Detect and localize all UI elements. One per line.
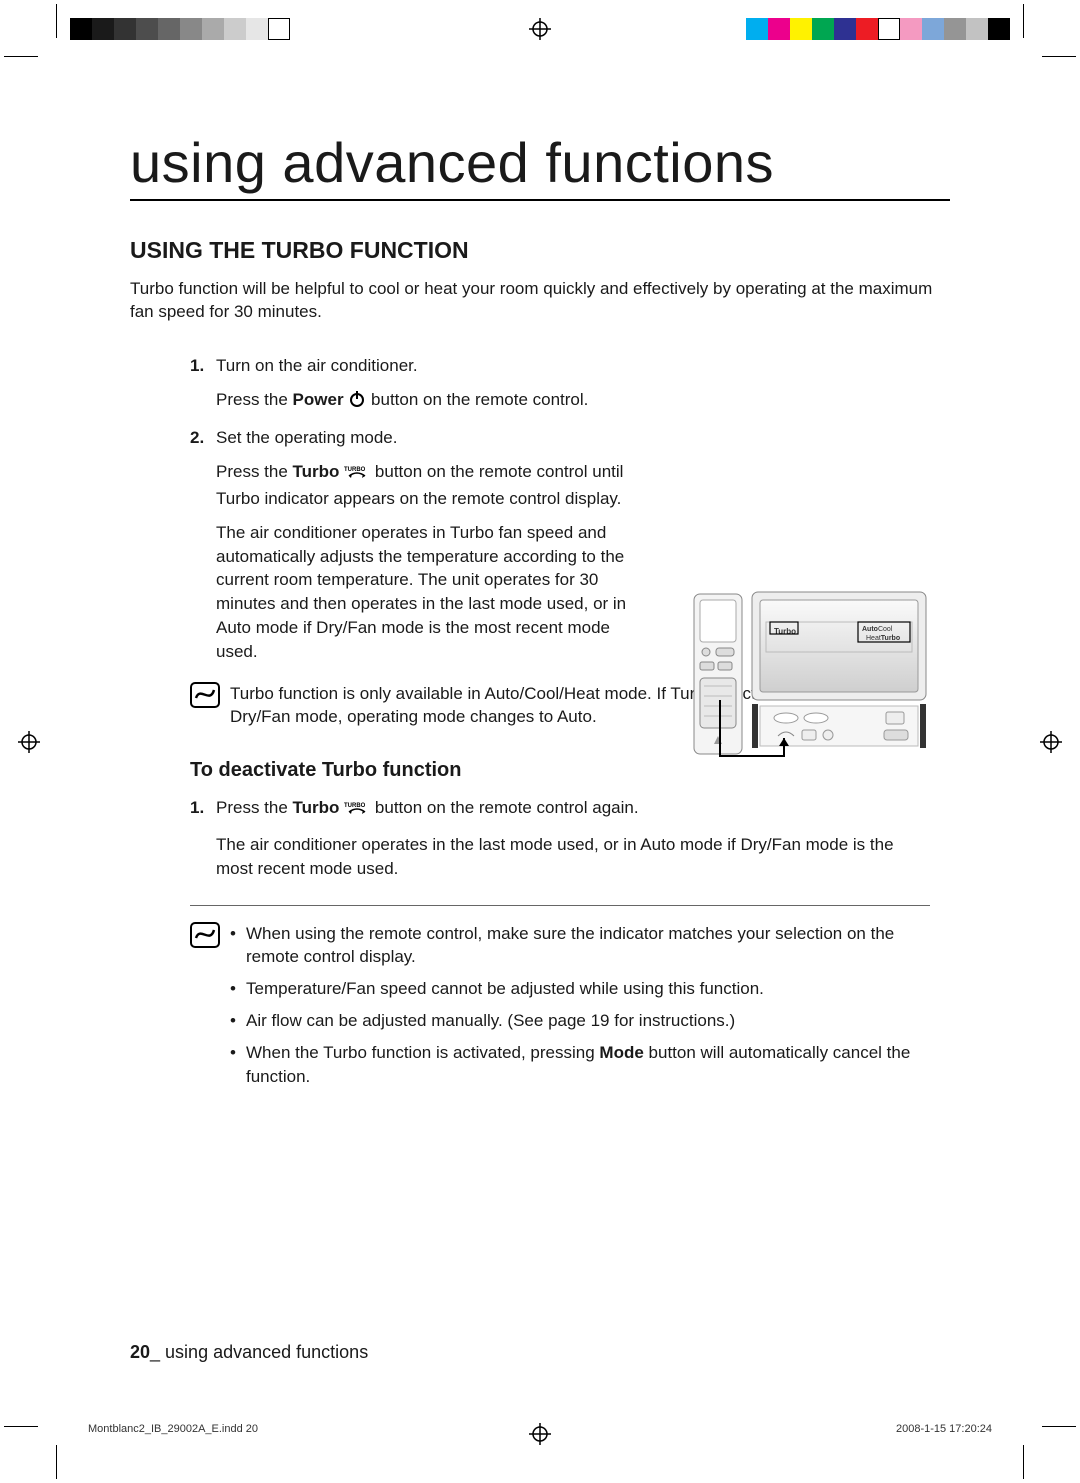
note-icon bbox=[190, 922, 220, 1097]
note-block: When using the remote control, make sure… bbox=[190, 922, 930, 1097]
slug-file: Montblanc2_IB_29002A_E.indd 20 bbox=[88, 1423, 258, 1435]
note-bullet-list: When using the remote control, make sure… bbox=[230, 922, 930, 1089]
step-text: Press the Turbo TURBO button on the remo… bbox=[216, 460, 656, 511]
step-number: 2. bbox=[190, 426, 216, 663]
separator bbox=[190, 905, 930, 906]
color-bar bbox=[746, 18, 1010, 40]
crop-mark bbox=[4, 56, 38, 57]
registration-mark-icon bbox=[529, 18, 551, 40]
page-content: using advanced functions USING THE TURBO… bbox=[130, 130, 950, 1096]
note-bullet: Temperature/Fan speed cannot be adjusted… bbox=[230, 977, 930, 1001]
svg-text:TURBO: TURBO bbox=[344, 803, 366, 809]
registration-mark-icon bbox=[529, 1423, 551, 1445]
step-text: Turn on the air conditioner. bbox=[216, 354, 930, 378]
remote-display-diagram: Turbo AutoCool HeatTurbo bbox=[690, 586, 930, 766]
step-text: The air conditioner operates in Turbo fa… bbox=[216, 521, 656, 664]
page-number: 20 bbox=[130, 1342, 150, 1362]
crop-mark bbox=[56, 1445, 57, 1479]
power-icon bbox=[348, 390, 366, 415]
footer-label: using advanced functions bbox=[165, 1342, 368, 1362]
crop-mark bbox=[4, 1426, 38, 1427]
note-icon bbox=[190, 682, 220, 730]
step-number: 1. bbox=[190, 796, 216, 880]
crop-mark bbox=[1023, 4, 1024, 38]
turbo-icon: TURBO bbox=[344, 463, 370, 487]
note-bullet: Air flow can be adjusted manually. (See … bbox=[230, 1009, 930, 1033]
step-text: Press the Turbo TURBO button on the remo… bbox=[216, 796, 930, 823]
deactivate-step-1: 1. Press the Turbo TURBO button on the r… bbox=[190, 796, 930, 880]
diagram-label-heat: Heat bbox=[866, 635, 881, 642]
step-text: Set the operating mode. bbox=[216, 426, 656, 450]
section-intro: Turbo function will be helpful to cool o… bbox=[130, 278, 950, 324]
diagram-label-cool: Cool bbox=[878, 626, 893, 633]
diagram-label-auto: Auto bbox=[862, 626, 878, 633]
crop-mark bbox=[1023, 1445, 1024, 1479]
svg-text:HeatTurbo: HeatTurbo bbox=[866, 635, 900, 642]
grayscale-bar bbox=[70, 18, 290, 40]
note-bullet: When using the remote control, make sure… bbox=[230, 922, 930, 970]
crop-mark bbox=[1042, 1426, 1076, 1427]
step-number: 1. bbox=[190, 354, 216, 415]
turbo-icon: TURBO bbox=[344, 799, 370, 823]
crop-mark bbox=[56, 4, 57, 38]
slug-timestamp: 2008-1-15 17:20:24 bbox=[896, 1423, 992, 1435]
page-footer: 20_ using advanced functions bbox=[130, 1342, 368, 1363]
section-heading: USING THE TURBO FUNCTION bbox=[130, 237, 950, 264]
svg-text:AutoCool: AutoCool bbox=[862, 626, 893, 633]
step-text: The air conditioner operates in the last… bbox=[216, 833, 930, 881]
step-text: Press the Power button on the remote con… bbox=[216, 388, 930, 415]
registration-mark-icon bbox=[1040, 731, 1062, 753]
crop-mark bbox=[1042, 56, 1076, 57]
note-bullet: When the Turbo function is activated, pr… bbox=[230, 1041, 930, 1089]
step-1: 1. Turn on the air conditioner. Press th… bbox=[190, 354, 930, 415]
svg-text:TURBO: TURBO bbox=[344, 467, 366, 473]
registration-mark-icon bbox=[18, 731, 40, 753]
page-title: using advanced functions bbox=[130, 130, 950, 201]
diagram-label-turbo2: Turbo bbox=[881, 635, 900, 642]
diagram-label-turbo: Turbo bbox=[774, 627, 796, 636]
